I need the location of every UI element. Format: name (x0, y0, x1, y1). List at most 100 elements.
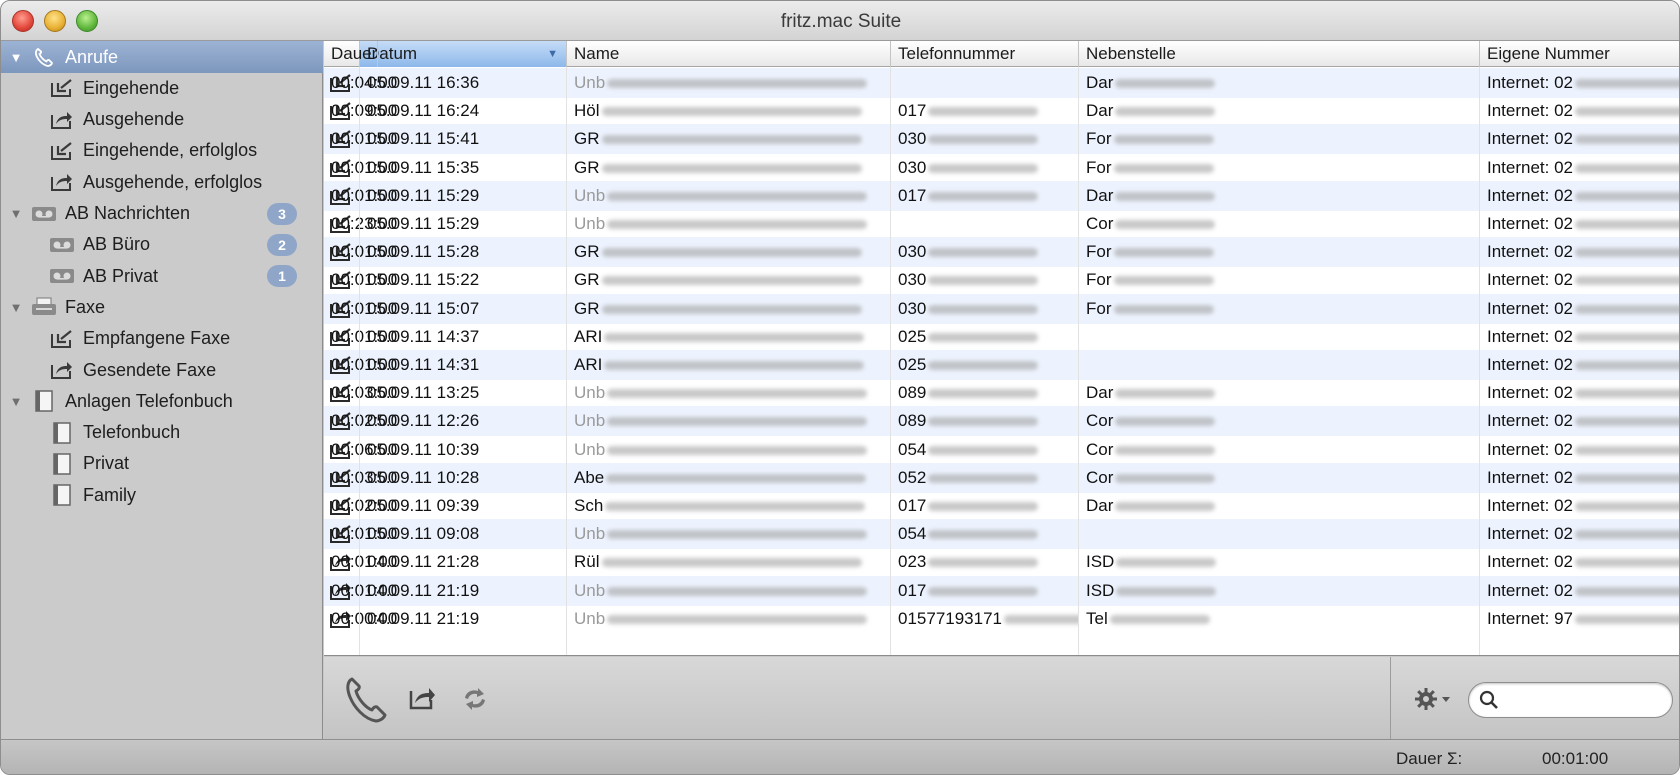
redacted-text (607, 586, 868, 596)
cell-name: GR (567, 124, 891, 154)
column-header-eigene-nummer[interactable]: Eigene Nummer (1480, 41, 1679, 67)
column-header-datum[interactable]: Datum ▼ (360, 41, 567, 67)
table-row[interactable]: 04.09.11 21:28 Rül 023 ISD Internet: 02 00:01… (324, 547, 1679, 577)
cell-text: Dar (1086, 73, 1114, 92)
cell-text: 00:01:00 (331, 524, 398, 544)
table-row[interactable]: 05.09.11 10:39 Unb 054 Cor Internet: 02 00:06… (324, 435, 1679, 465)
sidebar-item[interactable]: AB Privat 1 (1, 260, 323, 292)
table-row[interactable]: 05.09.11 16:36 Unb Dar Internet: 02 00:04:00 (324, 68, 1679, 98)
disclosure-triangle-icon[interactable]: ▼ (9, 394, 23, 409)
cell-dauer: 00:01:00 (324, 576, 397, 606)
cell-text: Internet: 02 (1487, 298, 1574, 318)
sidebar-item[interactable]: AB Büro 2 (1, 229, 323, 261)
sidebar-item[interactable]: Empfangene Faxe (1, 323, 323, 355)
cell-text: 089 (898, 411, 927, 431)
cell-dauer: 00:06:00 (324, 435, 397, 465)
sidebar-item[interactable]: ▼ AB Nachrichten 3 (1, 198, 323, 230)
cell-text: 00:02:00 (331, 496, 398, 515)
cell-eigene: Internet: 02 (1480, 406, 1679, 436)
table-row[interactable]: 05.09.11 13:25 Unb 089 Dar Internet: 02 00:03… (324, 378, 1679, 408)
cell-text: GR (574, 129, 600, 149)
sidebar-item[interactable]: Gesendete Faxe (1, 354, 323, 386)
table-header: Datum ▼ Name Telefonnummer Nebenstelle Eigene… (324, 41, 1679, 67)
column-header-label: Name (574, 44, 620, 63)
cell-eigene: Internet: 02 (1480, 378, 1679, 408)
column-header-name[interactable]: Name (567, 41, 891, 67)
phone-handset-icon[interactable] (344, 675, 388, 728)
cell-text: 00:01:00 (331, 298, 398, 318)
disclosure-triangle-icon[interactable]: ▼ (9, 206, 23, 221)
table-row[interactable]: 05.09.11 09:39 Sch 017 Dar Internet: 02 00:02… (324, 491, 1679, 521)
cell-text: Unb (574, 580, 606, 600)
gear-icon[interactable] (1414, 687, 1454, 716)
cell-neben: For (1079, 265, 1480, 295)
sidebar-item[interactable]: Eingehende (1, 72, 323, 104)
sidebar-item[interactable]: ▼ Anlagen Telefonbuch (1, 385, 323, 417)
table-row[interactable]: 05.09.11 16:24 Höl 017 Dar Internet: 02 00:09… (324, 96, 1679, 126)
cell-tel (891, 209, 1079, 239)
table-row[interactable]: 04.09.11 21:19 Unb 017 ISD Internet: 02 00:01… (324, 575, 1679, 606)
redacted-text (1115, 191, 1216, 201)
sidebar-item[interactable]: Family (1, 479, 323, 511)
sidebar-item-label: Empfangene Faxe (83, 328, 231, 349)
redacted-text (1575, 163, 1679, 173)
cell-name: Unb (567, 378, 891, 408)
disclosure-triangle-icon[interactable]: ▼ (9, 300, 23, 315)
sidebar-item[interactable]: Ausgehende (1, 104, 323, 136)
cell-dauer: 00:02:00 (324, 491, 397, 521)
cell-text: Sch (574, 496, 604, 515)
table-row[interactable]: 05.09.11 09:08 Unb 054 Internet: 02 00:01:00 (324, 519, 1679, 550)
sidebar-item[interactable]: Ausgehende, erfolglos (1, 166, 323, 198)
table-row[interactable]: 05.09.11 12:26 Unb 089 Cor Internet: 02 00:02… (324, 406, 1679, 437)
cell-name: Unb (567, 576, 891, 606)
sidebar-item[interactable]: ▼ Anrufe (1, 41, 323, 73)
redacted-text (1575, 248, 1679, 258)
cell-text: Internet: 02 (1487, 552, 1574, 572)
table-row[interactable]: 05.09.11 15:07 GR 030 For Internet: 02 00:01:… (324, 293, 1679, 324)
redacted-text (1115, 389, 1216, 399)
cell-neben: For (1079, 153, 1480, 183)
sidebar-item[interactable]: Telefonbuch (1, 417, 323, 449)
table-row[interactable]: 05.09.11 15:28 GR 030 For Internet: 02 00:01:… (324, 237, 1679, 268)
sidebar-item[interactable]: Privat (1, 448, 323, 480)
cell-eigene: Internet: 02 (1480, 463, 1679, 493)
table-row[interactable]: 04.09.11 21:19 Unb 01577193171 Tel Internet:… (324, 604, 1679, 634)
outgoing-call-icon (49, 110, 75, 130)
cell-tel: 023 (891, 547, 1079, 577)
cell-tel: 017 (891, 181, 1079, 211)
forward-icon[interactable] (408, 685, 436, 716)
redacted-text (1115, 473, 1216, 483)
cell-neben: Cor (1079, 209, 1480, 239)
cell-text: 00:01:00 (331, 552, 398, 572)
table-row[interactable]: 05.09.11 15:29 Unb Cor Internet: 02 00:23:00 (324, 209, 1679, 239)
redacted-text (928, 304, 1039, 314)
table-row[interactable]: 05.09.11 14:37 ARI 025 Internet: 02 00:01:00 (324, 322, 1679, 352)
cell-neben (1079, 322, 1480, 352)
cell-text: Cor (1086, 214, 1114, 233)
column-header-telefonnummer[interactable]: Telefonnummer (891, 41, 1079, 67)
redacted-text (928, 248, 1039, 258)
redacted-text (1575, 79, 1679, 89)
column-header-nebenstelle[interactable]: Nebenstelle (1079, 41, 1480, 67)
sidebar-item[interactable]: ▼ Faxe (1, 291, 323, 323)
cell-tel: 089 (891, 378, 1079, 408)
sync-icon[interactable] (462, 687, 488, 716)
sidebar-item[interactable]: Eingehende, erfolglos (1, 135, 323, 167)
cell-text: Internet: 02 (1487, 467, 1574, 487)
table-row[interactable]: 05.09.11 15:35 GR 030 For Internet: 02 00:01:… (324, 153, 1679, 183)
table-row[interactable]: 05.09.11 10:28 Abe 052 Cor Internet: 02 00:03… (324, 462, 1679, 493)
disclosure-triangle-icon[interactable]: ▼ (9, 50, 23, 65)
sidebar-item-label: Gesendete Faxe (83, 359, 217, 380)
cell-eigene: Internet: 02 (1480, 68, 1679, 98)
table-row[interactable]: 05.09.11 15:41 GR 030 For Internet: 02 00:01:… (324, 124, 1679, 155)
cell-text: Dar (1086, 185, 1114, 205)
cell-text: Internet: 02 (1487, 101, 1574, 121)
table-row[interactable]: 05.09.11 15:22 GR 030 For Internet: 02 00:01:… (324, 265, 1679, 295)
column-header-dauer[interactable]: Dauer (324, 41, 379, 67)
cell-text: Internet: 02 (1487, 439, 1574, 459)
cell-name: GR (567, 237, 891, 267)
cell-dauer: 00:01:00 (324, 547, 397, 577)
cell-neben: Dar (1079, 68, 1480, 98)
table-row[interactable]: 05.09.11 14:31 ARI 025 Internet: 02 00:01:00 (324, 350, 1679, 380)
table-row[interactable]: 05.09.11 15:29 Unb 017 Dar Internet: 02 00:01… (324, 180, 1679, 211)
